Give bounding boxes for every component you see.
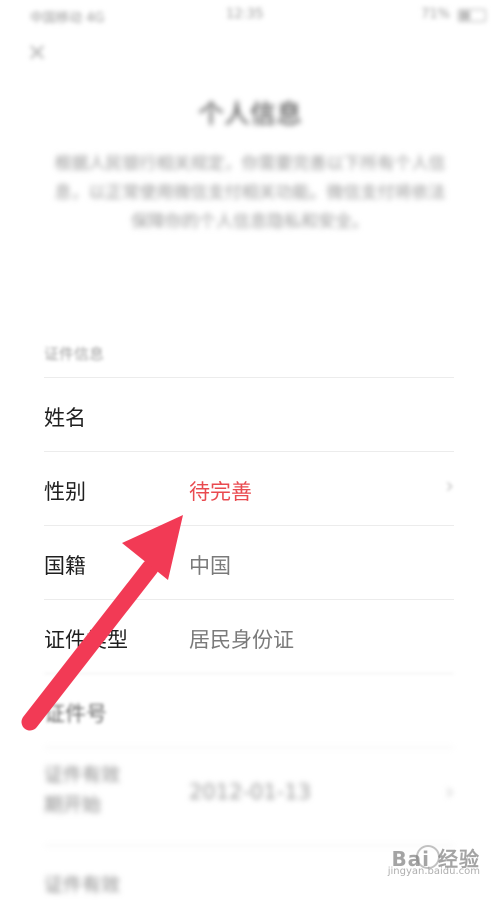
battery-percent: 71% (421, 7, 450, 22)
row-label: 证件有效期开始 (44, 764, 121, 816)
row-label: 证件类型 (44, 628, 128, 652)
row-value: 居民身份证 (189, 628, 294, 652)
watermark: Bai 经验 jingyan.baidu.com (364, 839, 484, 879)
carrier-label: 中国移动 4G (30, 11, 105, 26)
clock: 12:35 (226, 7, 264, 22)
battery-icon (458, 9, 486, 22)
section-label: 证件信息 (44, 345, 105, 363)
row-gender[interactable]: 性别 待完善 › (44, 451, 454, 526)
row-id-number[interactable]: 证件号 (44, 673, 454, 748)
row-value: 2012-01-13 (189, 780, 312, 804)
row-value: 中国 (189, 554, 231, 578)
chevron-right-icon: › (445, 474, 454, 499)
page-description: 根据人民银行相关规定，你需要完善以下所有个人信息，以正常使用微信支付相关功能。微… (54, 154, 446, 232)
page-title: 个人信息 (197, 100, 302, 130)
close-icon[interactable]: ✕ (24, 40, 50, 66)
watermark-subtext: jingyan.baidu.com (387, 866, 480, 877)
row-label: 姓名 (44, 406, 86, 430)
row-value-pending: 待完善 (189, 480, 252, 504)
row-id-type[interactable]: 证件类型 居民身份证 (44, 599, 454, 674)
row-name[interactable]: 姓名 (44, 377, 454, 452)
status-bar: 中国移动 4G 12:35 71% (0, 0, 500, 28)
row-id-valid-start[interactable]: 证件有效期开始 2012-01-13 › (44, 747, 454, 844)
row-label: 证件有效 (44, 874, 121, 896)
chevron-right-icon: › (445, 780, 454, 805)
row-label: 性别 (44, 480, 86, 504)
row-nationality[interactable]: 国籍 中国 (44, 525, 454, 600)
row-label: 证件号 (44, 702, 107, 726)
row-label: 国籍 (44, 554, 86, 578)
